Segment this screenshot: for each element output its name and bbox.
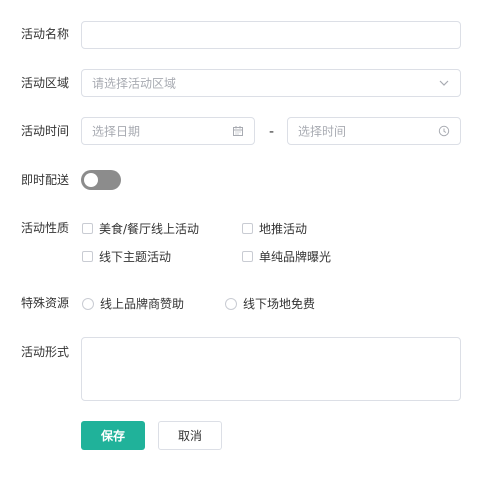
area-select-placeholder: 请选择活动区域 <box>92 76 177 91</box>
checkbox-label: 线下主题活动 <box>99 250 172 264</box>
radio-circle[interactable] <box>225 297 237 310</box>
time-picker[interactable]: 选择时间 <box>287 117 461 145</box>
nature-checkbox-online[interactable]: 美食/餐厅线上活动 <box>82 220 199 237</box>
name-label: 活动名称 <box>21 27 70 41</box>
checkbox-label: 美食/餐厅线上活动 <box>99 222 200 236</box>
checkbox-label: 单纯品牌曝光 <box>259 250 332 264</box>
checkbox-box[interactable] <box>242 223 253 234</box>
nature-checkbox-ground[interactable]: 地推活动 <box>242 220 307 237</box>
area-label: 活动区域 <box>21 76 70 90</box>
delivery-label: 即时配送 <box>21 173 70 187</box>
checkbox-box[interactable] <box>82 223 93 234</box>
nature-label: 活动性质 <box>21 221 70 235</box>
name-input[interactable] <box>81 21 461 49</box>
resource-radio-venue[interactable]: 线下场地免费 <box>225 295 315 312</box>
date-picker-placeholder: 选择日期 <box>92 124 141 139</box>
checkbox-box[interactable] <box>82 251 93 262</box>
radio-label: 线上品牌商赞助 <box>100 297 185 311</box>
toggle-knob <box>84 173 98 187</box>
nature-checkbox-offline[interactable]: 线下主题活动 <box>82 248 171 265</box>
form-textarea[interactable] <box>81 337 461 401</box>
nature-checkbox-brand[interactable]: 单纯品牌曝光 <box>242 248 331 265</box>
resource-label: 特殊资源 <box>21 296 70 310</box>
save-button[interactable]: 保存 <box>81 421 145 450</box>
radio-circle[interactable] <box>82 297 94 310</box>
time-separator: - <box>269 124 275 140</box>
resource-radio-sponsor[interactable]: 线上品牌商赞助 <box>82 295 184 312</box>
chevron-down-icon <box>439 80 449 86</box>
clock-icon <box>438 125 450 137</box>
calendar-icon <box>233 126 243 136</box>
area-select[interactable]: 请选择活动区域 <box>81 69 461 97</box>
date-picker[interactable]: 选择日期 <box>81 117 255 145</box>
cancel-button[interactable]: 取消 <box>158 421 222 450</box>
time-label: 活动时间 <box>21 124 70 138</box>
form-label: 活动形式 <box>21 345 70 359</box>
checkbox-label: 地推活动 <box>259 222 308 236</box>
delivery-toggle[interactable] <box>81 170 121 190</box>
radio-label: 线下场地免费 <box>243 297 316 311</box>
checkbox-box[interactable] <box>242 251 253 262</box>
time-picker-placeholder: 选择时间 <box>298 124 347 139</box>
